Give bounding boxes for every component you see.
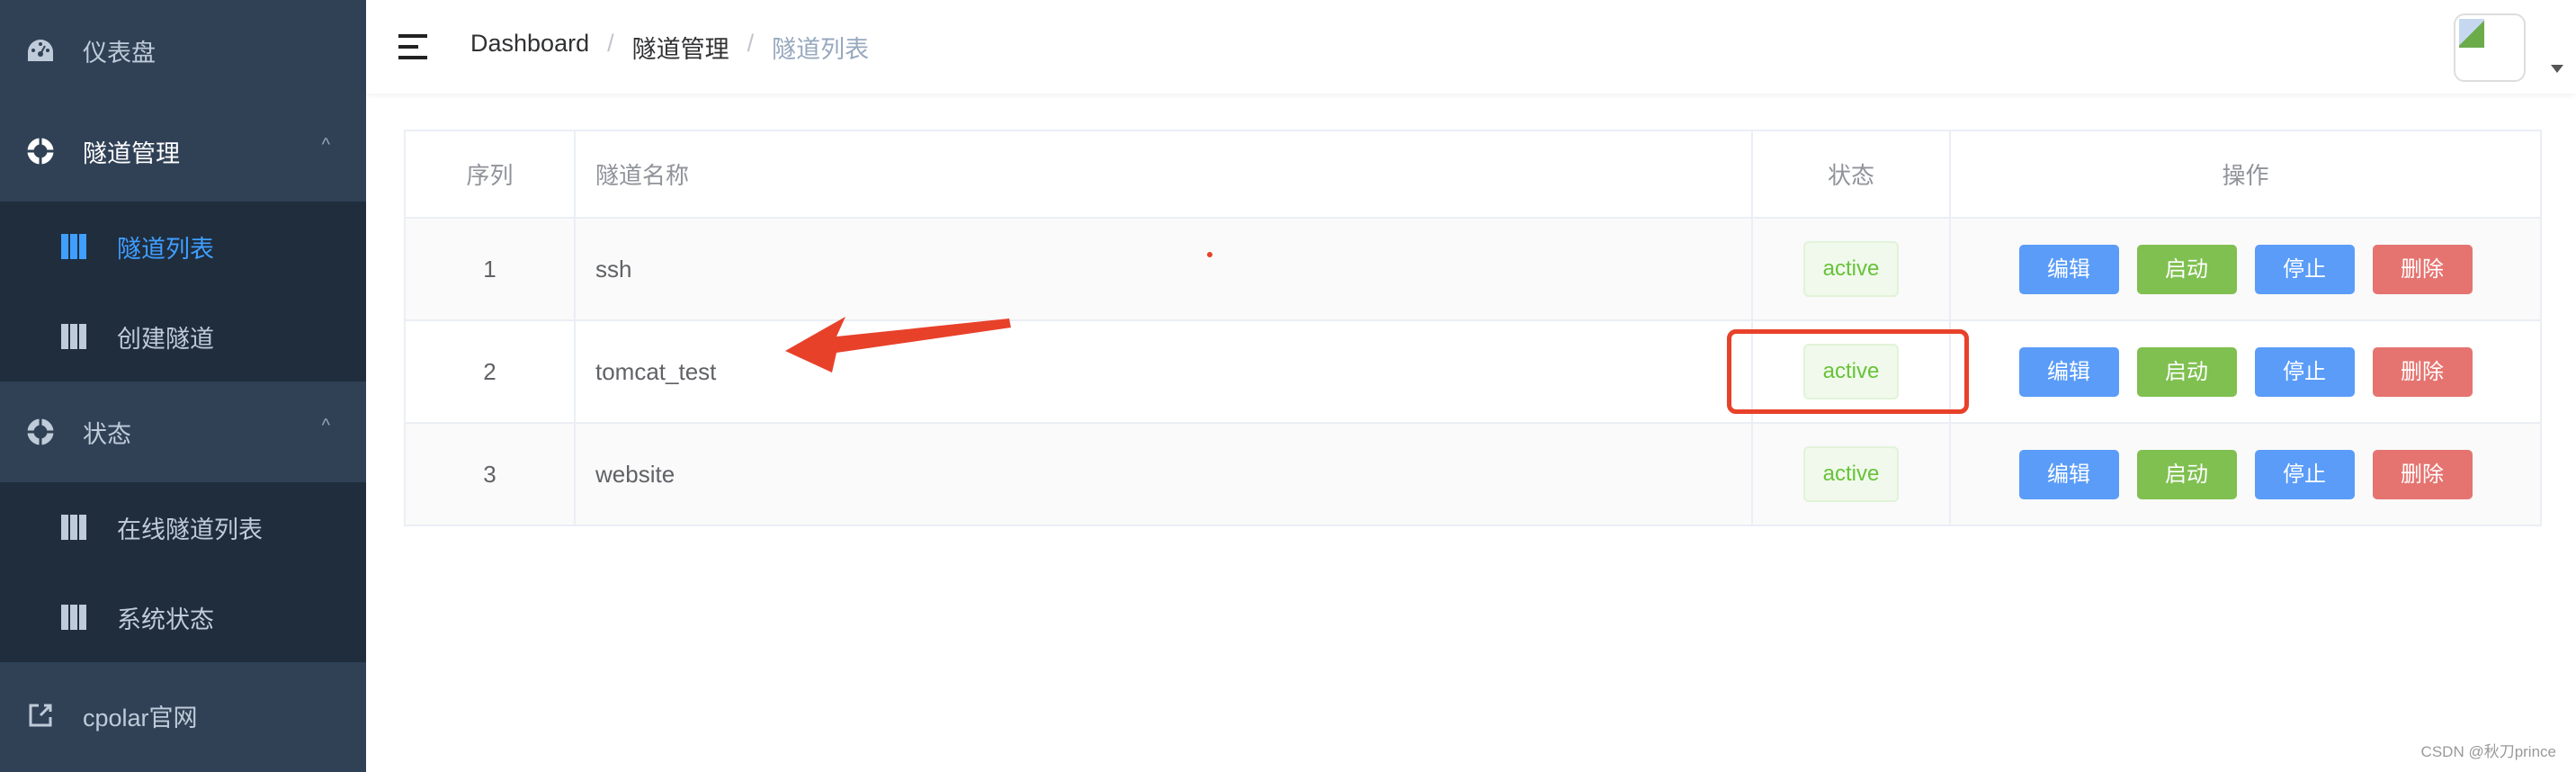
annotation-box	[1727, 329, 1969, 414]
watermark: CSDN @秋刀prince	[2420, 743, 2556, 760]
annotation-arrow	[785, 317, 1011, 373]
